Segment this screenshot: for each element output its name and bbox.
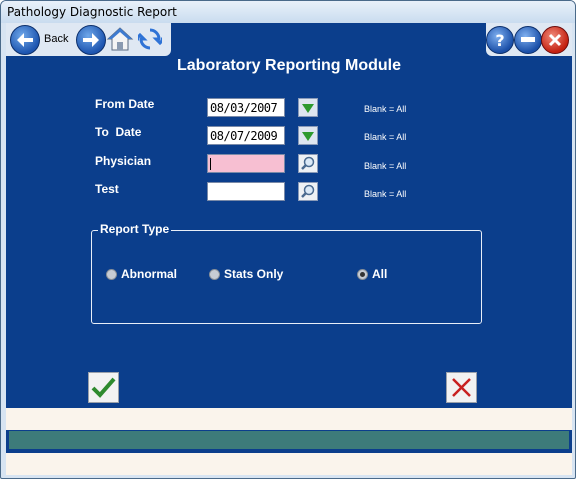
back-arrow-icon <box>11 26 39 54</box>
from-date-field[interactable]: 08/03/2007 <box>207 98 285 117</box>
radio-stats-only[interactable] <box>209 269 220 280</box>
refresh-icon <box>132 28 168 50</box>
back-label[interactable]: Back <box>44 33 68 45</box>
x-icon <box>452 378 471 397</box>
to-date-dropdown-button[interactable] <box>298 126 318 145</box>
home-button[interactable] <box>106 26 134 52</box>
to-date-hint: Blank = All <box>364 132 407 142</box>
help-icon: ? <box>495 30 505 50</box>
test-label: Test <box>95 182 119 196</box>
page-title: Laboratory Reporting Module <box>177 57 401 74</box>
ok-button[interactable] <box>88 372 119 403</box>
physician-search-button[interactable] <box>298 154 318 173</box>
from-date-hint: Blank = All <box>364 104 407 114</box>
radio-abnormal-label[interactable]: Abnormal <box>121 267 177 281</box>
checkmark-icon <box>91 377 116 398</box>
window-controls: ? <box>486 23 572 56</box>
close-icon <box>542 27 568 53</box>
footer-band-top <box>6 408 572 430</box>
help-button[interactable]: ? <box>486 26 514 54</box>
report-type-title: Report Type <box>98 222 172 236</box>
test-field[interactable] <box>207 182 285 201</box>
magnifier-icon <box>301 156 315 170</box>
from-date-dropdown-button[interactable] <box>298 98 318 117</box>
refresh-button[interactable] <box>132 27 168 51</box>
physician-hint: Blank = All <box>364 161 407 171</box>
window-title: Pathology Diagnostic Report <box>7 5 177 19</box>
from-date-label: From Date <box>95 97 155 111</box>
radio-abnormal[interactable] <box>106 269 117 280</box>
cancel-button[interactable] <box>446 372 477 403</box>
nav-toolbar: Back <box>6 23 171 56</box>
physician-field[interactable] <box>207 154 285 173</box>
dropdown-arrow-icon <box>302 132 314 141</box>
radio-all-label[interactable]: All <box>372 267 387 281</box>
minimize-icon <box>515 27 541 53</box>
text-cursor <box>210 158 211 170</box>
test-hint: Blank = All <box>364 189 407 199</box>
footer-band-bottom <box>6 453 572 475</box>
radio-stats-only-label[interactable]: Stats Only <box>224 267 283 281</box>
to-date-label: To Date <box>95 125 142 139</box>
title-bar: Pathology Diagnostic Report <box>1 1 575 23</box>
app-window: Pathology Diagnostic Report Back ? Labor… <box>0 0 576 479</box>
magnifier-icon <box>301 184 315 198</box>
home-icon <box>106 27 134 51</box>
physician-label: Physician <box>95 154 152 168</box>
forward-arrow-icon <box>77 26 105 54</box>
status-bar <box>9 431 569 449</box>
back-button[interactable] <box>10 25 40 55</box>
to-date-field[interactable]: 08/07/2009 <box>207 126 285 145</box>
dropdown-arrow-icon <box>302 104 314 113</box>
minimize-button[interactable] <box>514 26 542 54</box>
radio-all[interactable] <box>357 269 368 280</box>
close-button[interactable] <box>541 26 569 54</box>
test-search-button[interactable] <box>298 182 318 201</box>
forward-button[interactable] <box>76 25 106 55</box>
main-panel: Back ? Laboratory Reporting Module From … <box>6 23 572 475</box>
